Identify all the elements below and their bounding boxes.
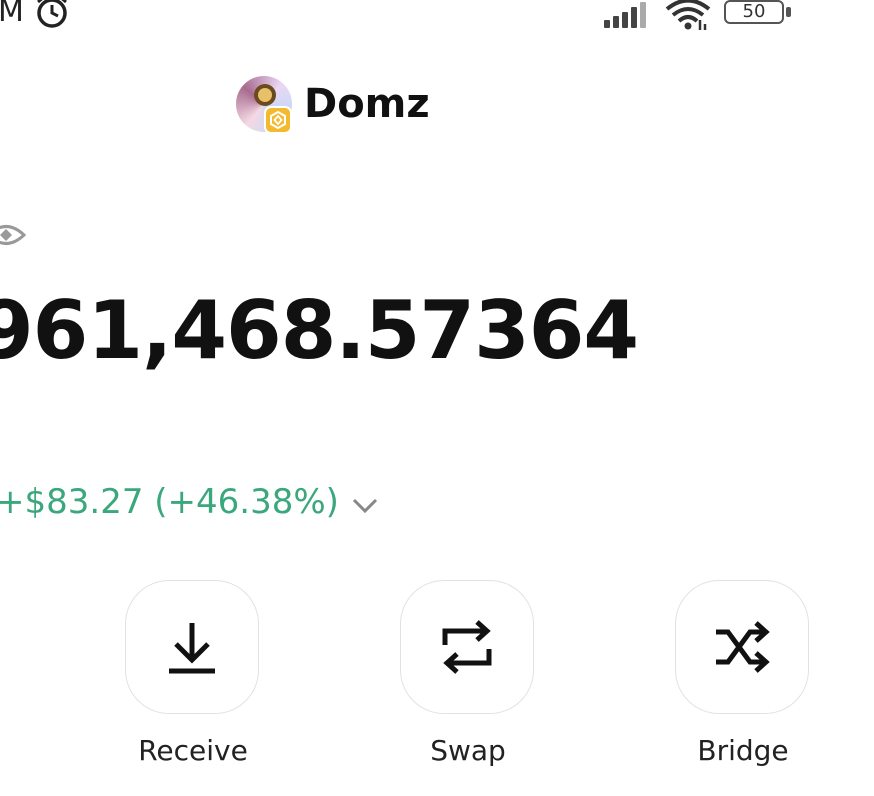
swap-button[interactable] — [400, 580, 534, 714]
balance-unit: 7 — [0, 394, 2, 434]
receive-label: Receive — [138, 734, 248, 767]
receive-button[interactable] — [125, 580, 259, 714]
swap-label: Swap — [430, 734, 506, 767]
bridge-button[interactable] — [675, 580, 809, 714]
wallet-header[interactable]: Domz — [236, 74, 430, 134]
balance-change[interactable]: +$83.27 (+46.38%) — [0, 482, 339, 522]
battery-level: 50 — [742, 1, 766, 22]
signal-icon — [604, 2, 646, 28]
swap-action[interactable]: Swap — [400, 580, 536, 767]
shuffle-icon — [716, 621, 770, 673]
alarm-icon — [37, 0, 67, 28]
eye-icon[interactable] — [0, 220, 26, 250]
bridge-action[interactable]: Bridge — [675, 580, 811, 767]
status-bar: M 50 — [0, 0, 874, 40]
wallet-avatar[interactable] — [236, 76, 292, 134]
status-time: M — [0, 0, 24, 29]
chevron-down-icon[interactable] — [350, 494, 380, 518]
bnb-chain-icon — [264, 106, 292, 134]
bridge-label: Bridge — [697, 734, 789, 767]
download-icon — [169, 623, 215, 674]
wifi-icon — [665, 0, 711, 30]
balance-amount: 961,468.57364 — [0, 284, 639, 377]
wallet-name[interactable]: Domz — [304, 81, 430, 127]
battery-icon: 50 — [724, 0, 792, 26]
receive-action[interactable]: Receive — [125, 580, 261, 767]
swap-icon — [442, 620, 492, 674]
